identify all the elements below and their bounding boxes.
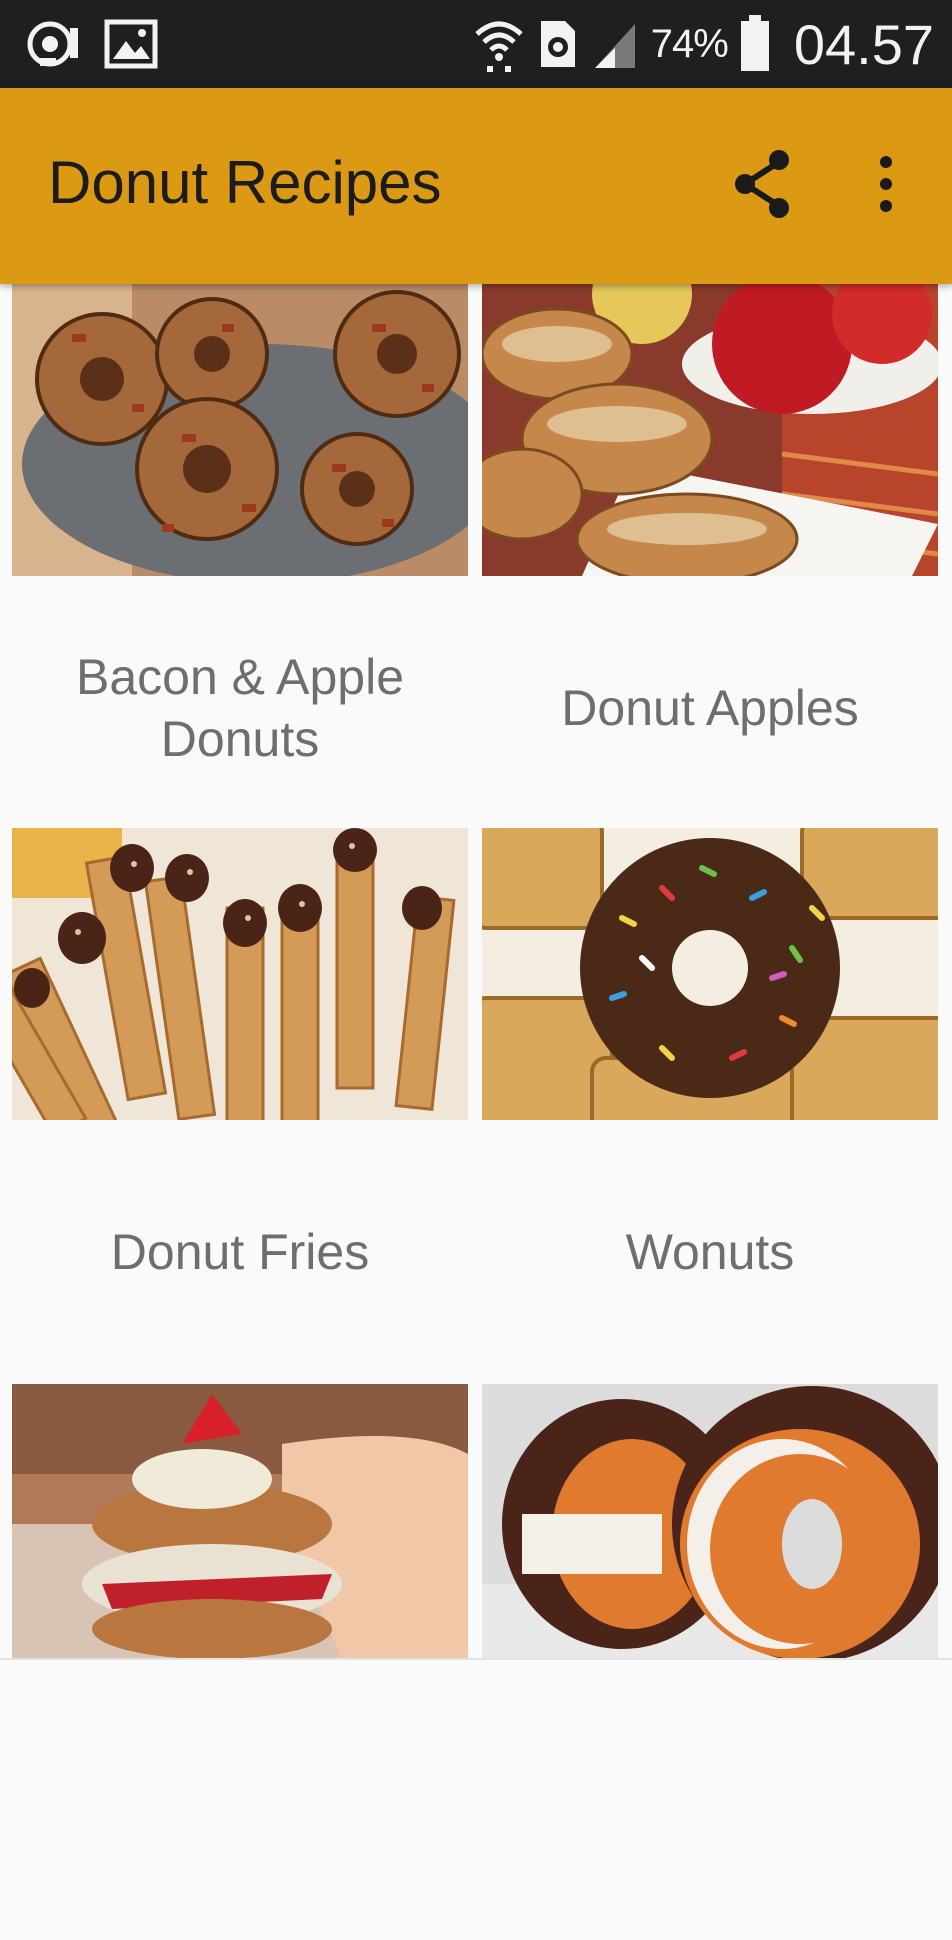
recipe-card[interactable] bbox=[12, 1384, 468, 1660]
cell-signal-icon bbox=[591, 18, 639, 70]
recipe-title: Donut Apples bbox=[561, 680, 859, 736]
bacon-apple-donuts-photo bbox=[12, 284, 468, 576]
battery-percent: 74% bbox=[650, 21, 729, 66]
recipe-grid: Bacon & Apple Donuts Donut Apples Donut … bbox=[0, 284, 952, 1664]
recipe-card[interactable] bbox=[482, 1384, 938, 1660]
donut-shortcake-photo bbox=[12, 1384, 468, 1660]
recipe-card[interactable]: Wonuts bbox=[482, 828, 938, 1384]
hotspot-icon bbox=[26, 18, 82, 70]
overflow-menu-button[interactable] bbox=[864, 146, 908, 226]
data-saver-icon bbox=[537, 17, 579, 71]
donut-apples-photo bbox=[482, 284, 938, 576]
share-button[interactable] bbox=[728, 146, 796, 226]
status-left-icons bbox=[26, 14, 158, 74]
recipe-card[interactable]: Bacon & Apple Donuts bbox=[12, 284, 468, 840]
share-icon bbox=[731, 148, 793, 225]
wonuts-photo bbox=[482, 828, 938, 1120]
ice-cream-donut-sandwich-photo bbox=[482, 1384, 938, 1660]
recipe-card[interactable]: Donut Apples bbox=[482, 284, 938, 840]
app-title: Donut Recipes bbox=[48, 149, 442, 216]
clock: 04.57 bbox=[793, 12, 934, 76]
recipe-title: Donut Fries bbox=[110, 1224, 370, 1280]
more-vert-icon bbox=[878, 154, 894, 219]
recipe-title: Bacon & Apple Donuts bbox=[75, 649, 405, 767]
recipe-title: Wonuts bbox=[625, 1224, 795, 1280]
donut-fries-photo bbox=[12, 828, 468, 1120]
recipe-title bbox=[22, 1676, 458, 1940]
app-bar: Donut Recipes bbox=[0, 88, 952, 284]
status-bar: 74% 04.57 bbox=[0, 0, 952, 88]
battery-icon bbox=[740, 15, 770, 73]
wifi-icon bbox=[473, 12, 525, 76]
image-icon bbox=[104, 19, 158, 69]
status-right-icons: 74% 04.57 bbox=[473, 8, 934, 80]
recipe-card[interactable]: Donut Fries bbox=[12, 828, 468, 1384]
content-bottom-divider bbox=[0, 1658, 952, 1660]
recipe-title bbox=[492, 1676, 928, 1940]
